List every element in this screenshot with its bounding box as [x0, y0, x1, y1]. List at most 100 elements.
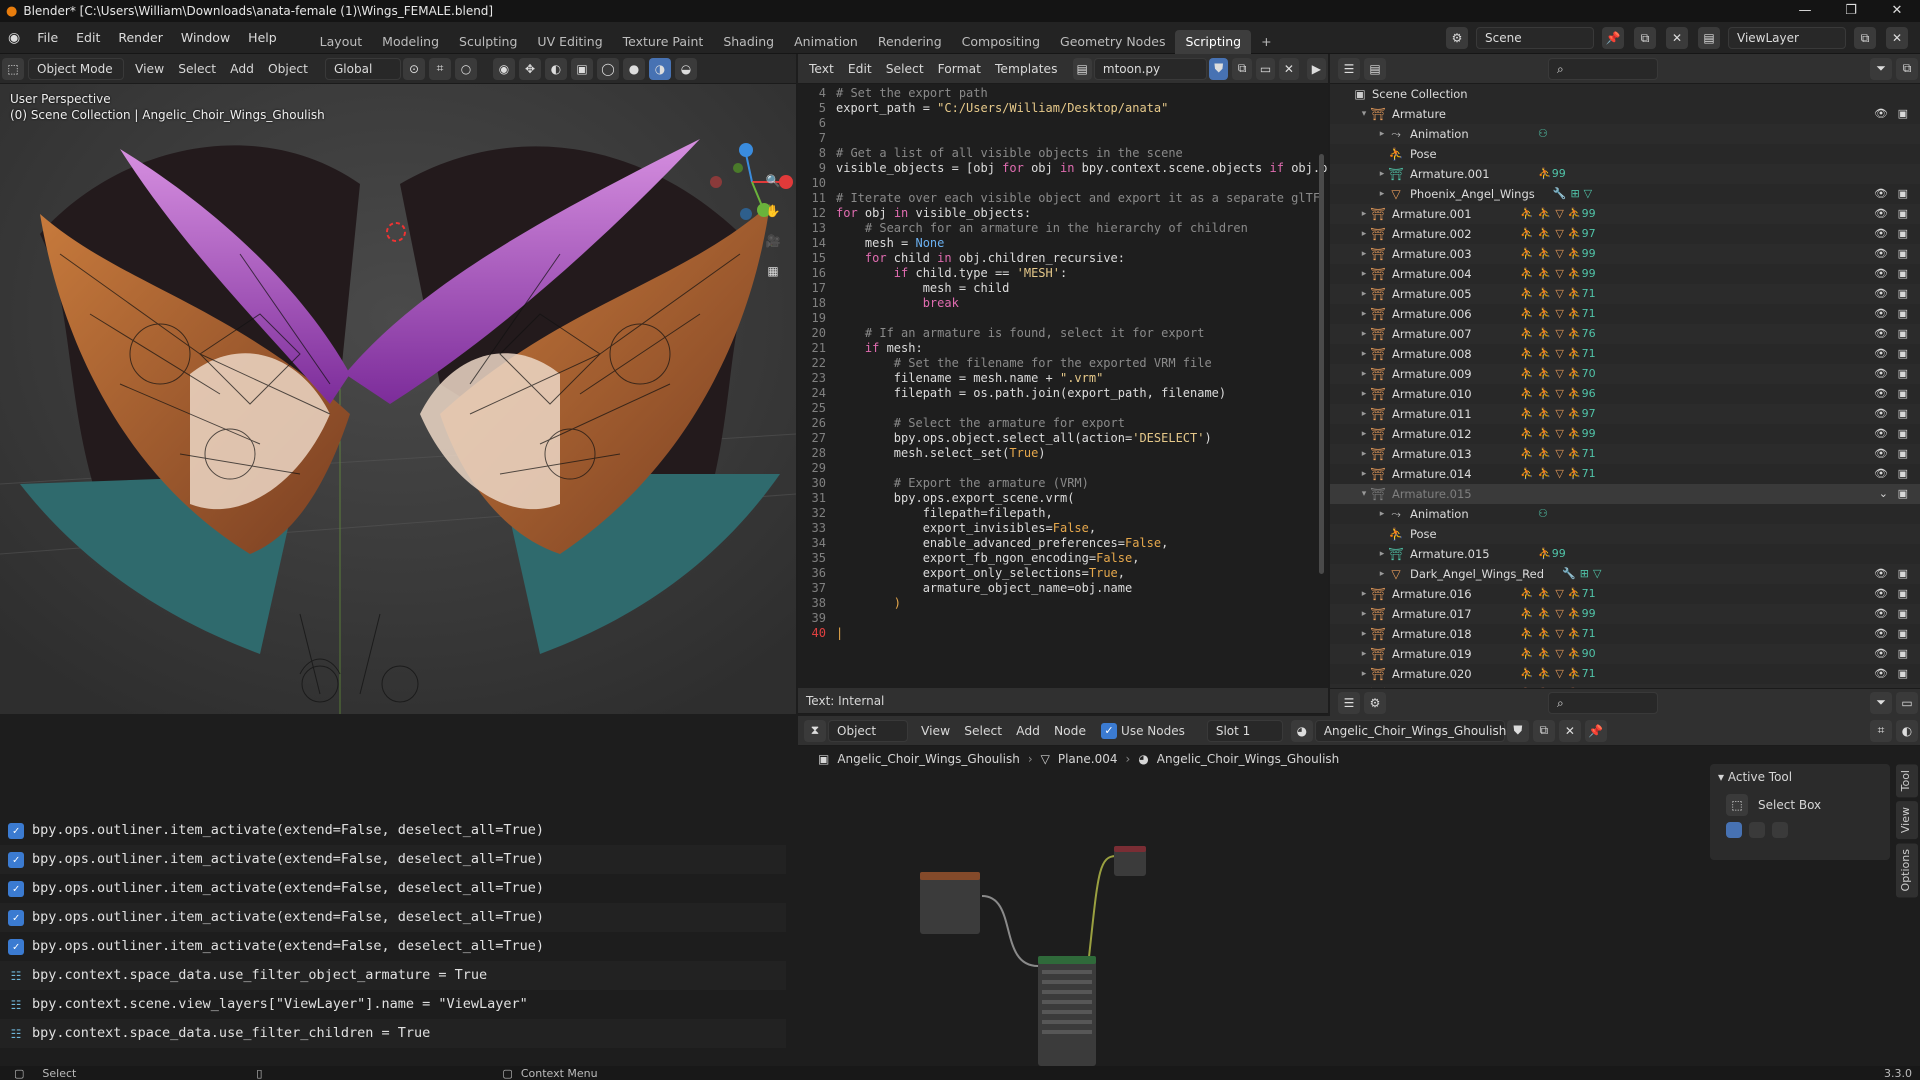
- eye-icon[interactable]: 👁: [1874, 384, 1888, 404]
- node-editor-type-icon[interactable]: ⧗: [804, 719, 826, 742]
- expand-arrow-icon[interactable]: ▾: [1358, 484, 1370, 504]
- bone-icon[interactable]: ⛹: [1538, 464, 1552, 484]
- eye-icon[interactable]: 👁: [1874, 404, 1888, 424]
- expand-arrow-icon[interactable]: ▸: [1358, 624, 1370, 644]
- properties-mode-icon[interactable]: ⚙: [1364, 691, 1386, 714]
- menu-help[interactable]: Help: [239, 22, 286, 54]
- vertex-group-icon[interactable]: ⊞: [1570, 184, 1579, 204]
- bone-icon[interactable]: ⛹: [1538, 604, 1552, 624]
- tab-layout[interactable]: Layout: [310, 30, 373, 54]
- eye-icon[interactable]: 👁: [1874, 184, 1888, 204]
- camera-render-icon[interactable]: ▣: [1898, 304, 1908, 324]
- info-log-row[interactable]: ✓ bpy.ops.outliner.item_activate(extend=F…: [0, 874, 786, 903]
- outliner-row[interactable]: ▸ ⛩ Armature.007 ⛹ ⛹ ▽ ⛹76 👁 ▣: [1330, 324, 1920, 344]
- slot-select[interactable]: Slot 1: [1206, 719, 1283, 742]
- eye-icon[interactable]: 👁: [1874, 284, 1888, 304]
- camera-icon[interactable]: 🎥: [762, 230, 784, 252]
- text-menu-format[interactable]: Format: [931, 54, 988, 84]
- code-area[interactable]: 4 # Set the export path 5 export_path = "C:…: [798, 84, 1328, 680]
- camera-render-icon[interactable]: ▣: [1898, 284, 1908, 304]
- tab-scripting[interactable]: Scripting: [1175, 29, 1252, 54]
- tab-geometry-nodes[interactable]: Geometry Nodes: [1050, 30, 1175, 54]
- open-text-icon[interactable]: ▭: [1255, 57, 1276, 80]
- new-scene-icon[interactable]: ⧉: [1634, 27, 1656, 49]
- node-menu-node[interactable]: Node: [1047, 716, 1093, 746]
- snap-node-icon[interactable]: ⌗: [1870, 719, 1892, 742]
- outliner-row[interactable]: ▸ ⛩ Armature.005 ⛹ ⛹ ▽ ⛹71 👁 ▣: [1330, 284, 1920, 304]
- camera-render-icon[interactable]: ▣: [1898, 664, 1908, 684]
- info-log-row[interactable]: ✓ bpy.ops.outliner.item_activate(extend=F…: [0, 903, 786, 932]
- camera-render-icon[interactable]: ▣: [1898, 244, 1908, 264]
- bone-icon[interactable]: ⛹: [1520, 584, 1534, 604]
- outliner-row[interactable]: ▸ ⛩ Armature.020 ⛹ ⛹ ▽ ⛹71 👁 ▣: [1330, 664, 1920, 684]
- bone-icon[interactable]: ⛹: [1538, 364, 1552, 384]
- material-new-icon[interactable]: ⧉: [1532, 719, 1555, 742]
- camera-render-icon[interactable]: ▣: [1898, 224, 1908, 244]
- bone-icon[interactable]: ⛹: [1520, 304, 1534, 324]
- ortho-grid-icon[interactable]: ▦: [762, 260, 784, 282]
- tab-rendering[interactable]: Rendering: [868, 30, 952, 54]
- bone-icon[interactable]: ⛹: [1520, 424, 1534, 444]
- view-layer-icon[interactable]: ▤: [1698, 27, 1720, 49]
- eye-icon[interactable]: 👁: [1874, 324, 1888, 344]
- eye-icon[interactable]: 👁: [1874, 444, 1888, 464]
- material-shading-icon[interactable]: ◑: [649, 57, 671, 80]
- bone-icon[interactable]: ⛹: [1538, 644, 1552, 664]
- eye-icon[interactable]: 👁: [1874, 264, 1888, 284]
- sidebar-tab-options[interactable]: Options: [1896, 843, 1918, 898]
- fake-user-icon[interactable]: ⛊: [1209, 57, 1229, 80]
- pan-hand-icon[interactable]: ✋: [762, 200, 784, 222]
- mesh-child-icon[interactable]: ▽: [1555, 604, 1563, 624]
- camera-render-icon[interactable]: ▣: [1898, 484, 1908, 504]
- info-log-row[interactable]: ☷ bpy.context.space_data.use_filter_objec…: [0, 961, 786, 990]
- eye-icon[interactable]: 👁: [1874, 584, 1888, 604]
- outliner-row[interactable]: ⛹ Pose: [1330, 144, 1920, 164]
- text-file-field[interactable]: mtoon.py: [1093, 57, 1208, 80]
- expand-arrow-icon[interactable]: ▸: [1358, 364, 1370, 384]
- outliner-row[interactable]: ▸ ⛩ Armature.018 ⛹ ⛹ ▽ ⛹71 👁 ▣: [1330, 624, 1920, 644]
- scene-icon[interactable]: ⚙: [1446, 27, 1468, 49]
- eye-icon[interactable]: 👁: [1874, 224, 1888, 244]
- tab-animation[interactable]: Animation: [784, 30, 868, 54]
- node-menu-select[interactable]: Select: [957, 716, 1009, 746]
- bone-icon[interactable]: ⛹: [1538, 444, 1552, 464]
- bone-icon[interactable]: ⛹: [1520, 284, 1534, 304]
- sidebar-tab-view[interactable]: View: [1896, 801, 1918, 840]
- display-mode-icon[interactable]: ▤: [1364, 57, 1386, 80]
- outliner-row[interactable]: ▸ ⛩ Armature.014 ⛹ ⛹ ▽ ⛹71 👁 ▣: [1330, 464, 1920, 484]
- outliner-row[interactable]: ▾ ⛩ Armature 👁 ▣: [1330, 104, 1920, 124]
- text-menu-text[interactable]: Text: [802, 54, 841, 84]
- mesh-child-icon[interactable]: ▽: [1555, 364, 1563, 384]
- outliner-row[interactable]: ▸ ⛩ Armature.008 ⛹ ⛹ ▽ ⛹71 👁 ▣: [1330, 344, 1920, 364]
- 3d-viewport[interactable]: ⬚ Object Mode View Select Add Object Global…: [0, 54, 796, 714]
- camera-render-icon[interactable]: ▣: [1898, 584, 1908, 604]
- bone-icon[interactable]: ⛹: [1538, 224, 1552, 244]
- bone-icon[interactable]: ⛹: [1520, 324, 1534, 344]
- solid-shading-icon[interactable]: ●: [623, 57, 645, 80]
- camera-render-icon[interactable]: ▣: [1898, 564, 1908, 584]
- eye-icon[interactable]: 👁: [1874, 304, 1888, 324]
- eye-icon[interactable]: 👁: [1874, 344, 1888, 364]
- expand-arrow-icon[interactable]: ▸: [1358, 424, 1370, 444]
- overlay-icon[interactable]: ◐: [545, 57, 567, 80]
- pivot-icon[interactable]: ⊙: [403, 57, 425, 80]
- editor-type-icon[interactable]: ⬚: [2, 57, 24, 80]
- expand-arrow-icon[interactable]: ▸: [1358, 344, 1370, 364]
- expand-arrow-icon[interactable]: ▸: [1358, 324, 1370, 344]
- proportional-icon[interactable]: ○: [455, 57, 477, 80]
- outliner-row[interactable]: ▸ ⤳ Animation ⚇: [1330, 504, 1920, 524]
- camera-render-icon[interactable]: ▣: [1898, 404, 1908, 424]
- view-layer-field[interactable]: ViewLayer: [1728, 27, 1846, 49]
- expand-arrow-icon[interactable]: ▸: [1358, 664, 1370, 684]
- eye-icon[interactable]: 👁: [1874, 664, 1888, 684]
- camera-render-icon[interactable]: ▣: [1898, 204, 1908, 224]
- properties-type-icon[interactable]: ☰: [1338, 691, 1360, 714]
- expand-arrow-icon[interactable]: ▸: [1376, 504, 1388, 524]
- bone-icon[interactable]: ⛹: [1520, 464, 1534, 484]
- menu-edit[interactable]: Edit: [67, 22, 109, 54]
- expand-arrow-icon[interactable]: ▸: [1358, 464, 1370, 484]
- mesh-child-icon[interactable]: ▽: [1555, 244, 1563, 264]
- breadcrumb-material[interactable]: Angelic_Choir_Wings_Ghoulish: [1157, 752, 1339, 766]
- bone-icon[interactable]: ⛹: [1538, 284, 1552, 304]
- tab-sculpting[interactable]: Sculpting: [449, 30, 527, 54]
